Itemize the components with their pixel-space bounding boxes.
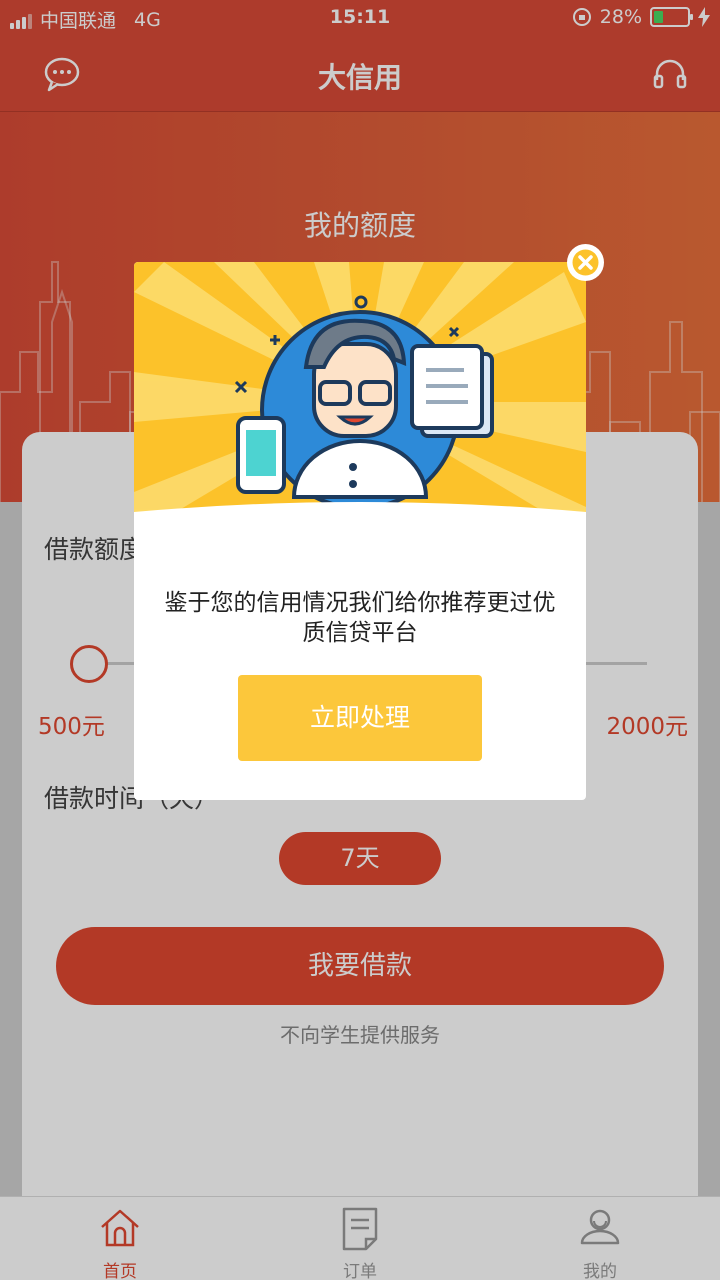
recommendation-modal: 鉴于您的信用情况我们给你推荐更过优质信贷平台 立即处理 [134, 262, 586, 800]
modal-message: 鉴于您的信用情况我们给你推荐更过优质信贷平台 [164, 590, 556, 646]
close-icon [572, 249, 599, 276]
modal-close-button[interactable] [567, 244, 604, 281]
process-now-button[interactable]: 立即处理 [238, 675, 482, 761]
advisor-illustration [134, 262, 586, 537]
